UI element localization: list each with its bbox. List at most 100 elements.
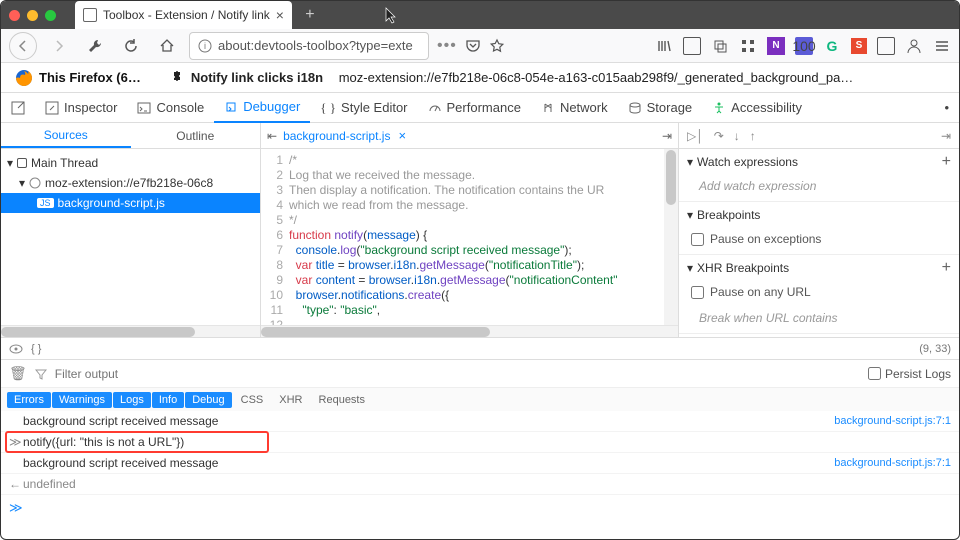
forward-button[interactable] <box>45 32 73 60</box>
resume-icon[interactable]: ▷│ <box>687 129 704 143</box>
console-row: background script received messagebackgr… <box>1 411 959 432</box>
url-bar[interactable]: i about:devtools-toolbox?type=exte <box>189 32 429 60</box>
onenote-icon[interactable]: N <box>767 37 785 55</box>
breakpoints-header[interactable]: ▾ Breakpoints <box>679 202 959 228</box>
overflow-icon[interactable]: • <box>934 100 959 115</box>
sources-pane: Sources Outline ▾ Main Thread ▾ moz-exte… <box>1 123 261 337</box>
container-icon[interactable] <box>877 37 895 55</box>
menu-icon[interactable] <box>933 37 951 55</box>
filter-errors[interactable]: Errors <box>7 392 51 408</box>
browser-tab[interactable]: Toolbox - Extension / Notify link × <box>75 1 292 29</box>
input-chevron-icon: ≫ <box>9 435 23 449</box>
new-tab-button[interactable]: + <box>296 3 324 27</box>
editor-pane: ⇤ background-script.js × ⇥ 1234567891011… <box>261 123 679 337</box>
tab-storage[interactable]: Storage <box>618 93 703 123</box>
collapse-right-icon[interactable]: ⇥ <box>662 129 672 143</box>
collapse-left-icon[interactable]: ⇤ <box>267 129 277 143</box>
file-tab[interactable]: background-script.js <box>283 129 390 143</box>
add-xhr-button[interactable]: + <box>942 259 951 277</box>
filter-debug[interactable]: Debug <box>185 392 231 408</box>
step-out-icon[interactable]: ↑ <box>750 129 756 143</box>
tab-network[interactable]: Network <box>531 93 618 123</box>
add-watch-placeholder[interactable]: Add watch expression <box>679 175 959 201</box>
library-icon[interactable] <box>655 37 673 55</box>
origin-row[interactable]: ▾ moz-extension://e7fb218e-06c8 <box>1 173 260 193</box>
filter-xhr[interactable]: XHR <box>271 392 310 408</box>
source-link[interactable]: background-script.js:7:1 <box>834 415 951 427</box>
this-firefox-crumb[interactable]: This Firefox (6… <box>1 63 155 93</box>
account-icon[interactable] <box>905 37 923 55</box>
watch-header[interactable]: ▾ Watch expressions+ <box>679 149 959 175</box>
tab-inspector[interactable]: Inspector <box>35 93 127 123</box>
console-prompt[interactable]: ≫ <box>1 495 959 521</box>
cursor-position: (9, 33) <box>919 343 951 355</box>
add-watch-button[interactable]: + <box>942 153 951 171</box>
outline-tab[interactable]: Outline <box>131 123 261 148</box>
pause-exceptions-checkbox[interactable]: Pause on exceptions <box>679 228 959 254</box>
console-row: ≫notify({url: "this is not a URL"}) <box>1 432 959 453</box>
s-ext-icon[interactable]: S <box>851 38 867 54</box>
eye-icon[interactable] <box>9 344 23 354</box>
source-link[interactable]: background-script.js:7:1 <box>834 457 951 469</box>
debugger-sidebar: ▷│ ↷ ↓ ↑ ⇥ ▾ Watch expressions+ Add watc… <box>679 123 959 337</box>
file-row[interactable]: JS background-script.js <box>1 193 260 213</box>
filter-warnings[interactable]: Warnings <box>52 392 112 408</box>
filter-info[interactable]: Info <box>152 392 184 408</box>
tab-performance[interactable]: Performance <box>418 93 531 123</box>
maximize-window-icon[interactable] <box>45 10 56 21</box>
clear-console-icon[interactable]: 🗑 <box>9 365 27 382</box>
pocket-icon[interactable] <box>465 38 481 54</box>
grammarly-icon[interactable]: G <box>823 37 841 55</box>
bookmark-star-icon[interactable] <box>489 38 505 54</box>
new-window-icon[interactable] <box>1 93 35 123</box>
tab-console[interactable]: Console <box>127 93 214 123</box>
xhr-header[interactable]: ▾ XHR Breakpoints+ <box>679 255 959 281</box>
filter-requests[interactable]: Requests <box>311 392 373 408</box>
console-row: ←undefined <box>1 474 959 495</box>
version-badge[interactable]: 100 <box>795 37 813 55</box>
sources-tab[interactable]: Sources <box>1 123 131 148</box>
extension-icon <box>169 70 185 86</box>
back-button[interactable] <box>9 32 37 60</box>
firefox-icon <box>15 69 33 87</box>
sources-hscroll[interactable] <box>1 325 260 337</box>
persist-logs-checkbox[interactable]: Persist Logs <box>868 367 951 381</box>
thread-row[interactable]: ▾ Main Thread <box>1 153 260 173</box>
apps-icon[interactable] <box>739 37 757 55</box>
filter-css[interactable]: CSS <box>233 392 272 408</box>
code-editor[interactable]: /* Log that we received the message. The… <box>289 149 664 325</box>
sidebar-icon[interactable] <box>683 37 701 55</box>
close-tab-icon[interactable]: × <box>276 7 284 23</box>
window-titlebar: Toolbox - Extension / Notify link × + <box>1 1 959 29</box>
editor-hscroll[interactable] <box>261 325 678 337</box>
tab-style-editor[interactable]: { }Style Editor <box>310 93 417 123</box>
devtools-tabs: Inspector Console Debugger { }Style Edit… <box>1 93 959 123</box>
multiwin-icon[interactable] <box>711 37 729 55</box>
scope-indicator: { } <box>31 343 41 355</box>
tab-debugger[interactable]: Debugger <box>214 93 310 123</box>
tools-icon[interactable] <box>81 32 109 60</box>
step-over-icon[interactable]: ↷ <box>714 129 724 143</box>
close-window-icon[interactable] <box>9 10 20 21</box>
reload-button[interactable] <box>117 32 145 60</box>
filter-logs[interactable]: Logs <box>113 392 151 408</box>
url-text: about:devtools-toolbox?type=exte <box>218 38 420 53</box>
close-file-icon[interactable]: × <box>398 128 406 143</box>
minimize-window-icon[interactable] <box>27 10 38 21</box>
editor-statusline: { } (9, 33) <box>1 337 959 359</box>
filter-icon <box>35 368 47 380</box>
step-in-icon[interactable]: ↓ <box>734 129 740 143</box>
editor-vscroll[interactable] <box>664 149 678 325</box>
panel-collapse-icon[interactable]: ⇥ <box>941 129 951 143</box>
console-filters: Errors Warnings Logs Info Debug CSS XHR … <box>1 387 959 411</box>
home-button[interactable] <box>153 32 181 60</box>
console-output: background script received messagebackgr… <box>1 411 959 495</box>
filter-input[interactable] <box>55 367 860 381</box>
pause-url-checkbox[interactable]: Pause on any URL <box>679 281 959 307</box>
target-bar: This Firefox (6… Notify link clicks i18n… <box>1 63 959 93</box>
svg-text:i: i <box>204 41 206 51</box>
console-toolbar: 🗑 Persist Logs <box>1 359 959 387</box>
page-actions-icon[interactable]: ••• <box>437 37 457 55</box>
break-url-placeholder[interactable]: Break when URL contains <box>679 307 959 333</box>
tab-accessibility[interactable]: Accessibility <box>702 93 812 123</box>
